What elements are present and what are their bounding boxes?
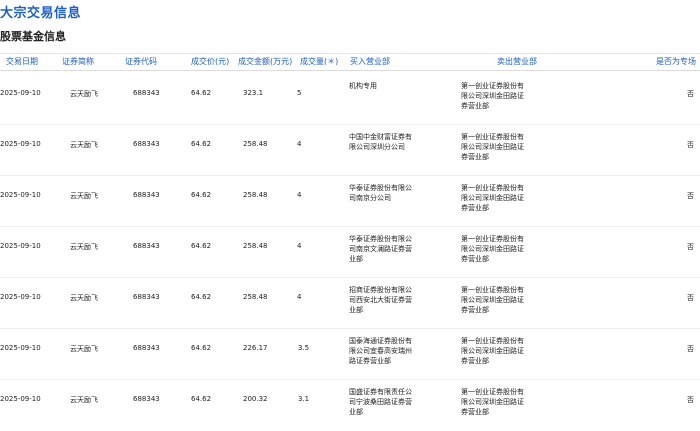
cell-price: 64.62: [191, 191, 212, 199]
cell-price: 64.62: [191, 293, 212, 301]
cell-seller: 第一创业证券股份有限公司深圳金田路证券营业部: [461, 82, 524, 110]
cell-special: 否: [687, 345, 694, 353]
cell-buyer: 华泰证券股份有限公司南京分公司: [349, 184, 412, 202]
table-row: 2025-09-10 云天励飞 688343 64.62 226.17 3.5 国泰海通证券…: [0, 330, 700, 380]
section-title: 股票基金信息: [0, 30, 66, 43]
cell-amount: 226.17: [243, 344, 268, 352]
cell-volume: 4: [297, 242, 302, 250]
cell-seller: 第一创业证券股份有限公司深圳金田路证券营业部: [461, 286, 524, 314]
cell-date: 2025-09-10: [0, 191, 41, 199]
col-header-special[interactable]: 是否为专场: [656, 56, 696, 67]
cell-buyer: 国盛证券有限责任公司宁波桑田路证券营业部: [349, 388, 412, 416]
cell-seller: 第一创业证券股份有限公司深圳金田路证券营业部: [461, 235, 524, 263]
page-title: 大宗交易信息: [0, 6, 82, 21]
cell-code[interactable]: 688343: [133, 293, 160, 301]
cell-name[interactable]: 云天励飞: [70, 191, 98, 201]
cell-special: 否: [687, 243, 694, 251]
cell-special: 否: [687, 192, 694, 200]
cell-name[interactable]: 云天励飞: [70, 242, 98, 252]
table-row: 2025-09-10 云天励飞 688343 64.62 258.48 4 华泰证券股份有限…: [0, 228, 700, 278]
cell-volume: 3.1: [298, 395, 310, 403]
table-header: 交易日期 证券简称 证券代码 成交价(元) 成交金额(万元) 成交量(＊) 买入…: [0, 53, 700, 71]
cell-volume: 4: [297, 140, 302, 148]
cell-amount: 258.48: [243, 191, 268, 199]
cell-date: 2025-09-10: [0, 293, 41, 301]
row-divider: [0, 175, 700, 176]
col-header-volume[interactable]: 成交量(＊): [300, 56, 338, 67]
cell-seller: 第一创业证券股份有限公司深圳金田路证券营业部: [461, 184, 524, 212]
cell-name[interactable]: 云天励飞: [70, 89, 98, 99]
cell-amount: 200.32: [243, 395, 268, 403]
cell-price: 64.62: [191, 140, 212, 148]
cell-date: 2025-09-10: [0, 140, 41, 148]
cell-date: 2025-09-10: [0, 395, 41, 403]
col-header-date[interactable]: 交易日期: [6, 56, 38, 67]
table-row: 2025-09-10 云天励飞 688343 64.62 323.1 5 机构专用 第一创业证…: [0, 75, 700, 125]
cell-volume: 4: [297, 293, 302, 301]
cell-volume: 3.5: [298, 344, 310, 352]
cell-buyer: 招商证券股份有限公司西安北大街证券营业部: [349, 286, 412, 314]
cell-code[interactable]: 688343: [133, 395, 160, 403]
cell-buyer: 机构专用: [349, 82, 377, 90]
cell-special: 否: [687, 90, 694, 98]
col-header-amount[interactable]: 成交金额(万元): [238, 56, 292, 67]
cell-name[interactable]: 云天励飞: [70, 395, 98, 405]
col-header-name[interactable]: 证券简称: [62, 56, 94, 67]
cell-date: 2025-09-10: [0, 344, 41, 352]
cell-special: 否: [687, 396, 694, 404]
cell-buyer: 国泰海通证券股份有限公司宜春高安瑞州路证券营业部: [349, 337, 412, 365]
cell-seller: 第一创业证券股份有限公司深圳金田路证券营业部: [461, 337, 524, 365]
col-header-price[interactable]: 成交价(元): [191, 56, 229, 67]
cell-price: 64.62: [191, 395, 212, 403]
cell-code[interactable]: 688343: [133, 242, 160, 250]
col-header-buyer[interactable]: 买入营业部: [350, 56, 390, 67]
cell-name[interactable]: 云天励飞: [70, 140, 98, 150]
cell-amount: 323.1: [243, 89, 264, 97]
cell-volume: 4: [297, 191, 302, 199]
col-header-seller[interactable]: 卖出营业部: [497, 56, 537, 67]
row-divider: [0, 379, 700, 380]
cell-amount: 258.48: [243, 242, 268, 250]
cell-volume: 5: [297, 89, 302, 97]
cell-name[interactable]: 云天励飞: [70, 293, 98, 303]
cell-special: 否: [687, 294, 694, 302]
cell-code[interactable]: 688343: [133, 89, 160, 97]
table-row: 2025-09-10 云天励飞 688343 64.62 258.48 4 华泰证券股份有限…: [0, 177, 700, 227]
cell-buyer: 中国中金财富证券有限公司深圳分公司: [349, 133, 412, 151]
cell-amount: 258.48: [243, 140, 268, 148]
cell-amount: 258.48: [243, 293, 268, 301]
cell-code[interactable]: 688343: [133, 140, 160, 148]
cell-price: 64.62: [191, 89, 212, 97]
col-header-code[interactable]: 证券代码: [125, 56, 157, 67]
row-divider: [0, 226, 700, 227]
table-row: 2025-09-10 云天励飞 688343 64.62 258.48 4 中国中金财富证券…: [0, 126, 700, 176]
cell-price: 64.62: [191, 242, 212, 250]
row-divider: [0, 277, 700, 278]
cell-code[interactable]: 688343: [133, 191, 160, 199]
cell-price: 64.62: [191, 344, 212, 352]
table-row: 2025-09-10 云天励飞 688343 64.62 258.48 4 招商证券股份有限…: [0, 279, 700, 329]
cell-code[interactable]: 688343: [133, 344, 160, 352]
cell-seller: 第一创业证券股份有限公司深圳金田路证券营业部: [461, 388, 524, 416]
cell-special: 否: [687, 141, 694, 149]
row-divider: [0, 328, 700, 329]
cell-date: 2025-09-10: [0, 89, 41, 97]
cell-date: 2025-09-10: [0, 242, 41, 250]
cell-buyer: 华泰证券股份有限公司南京文澜路证券营业部: [349, 235, 412, 263]
row-divider: [0, 124, 700, 125]
cell-name[interactable]: 云天励飞: [70, 344, 98, 354]
cell-seller: 第一创业证券股份有限公司深圳金田路证券营业部: [461, 133, 524, 161]
